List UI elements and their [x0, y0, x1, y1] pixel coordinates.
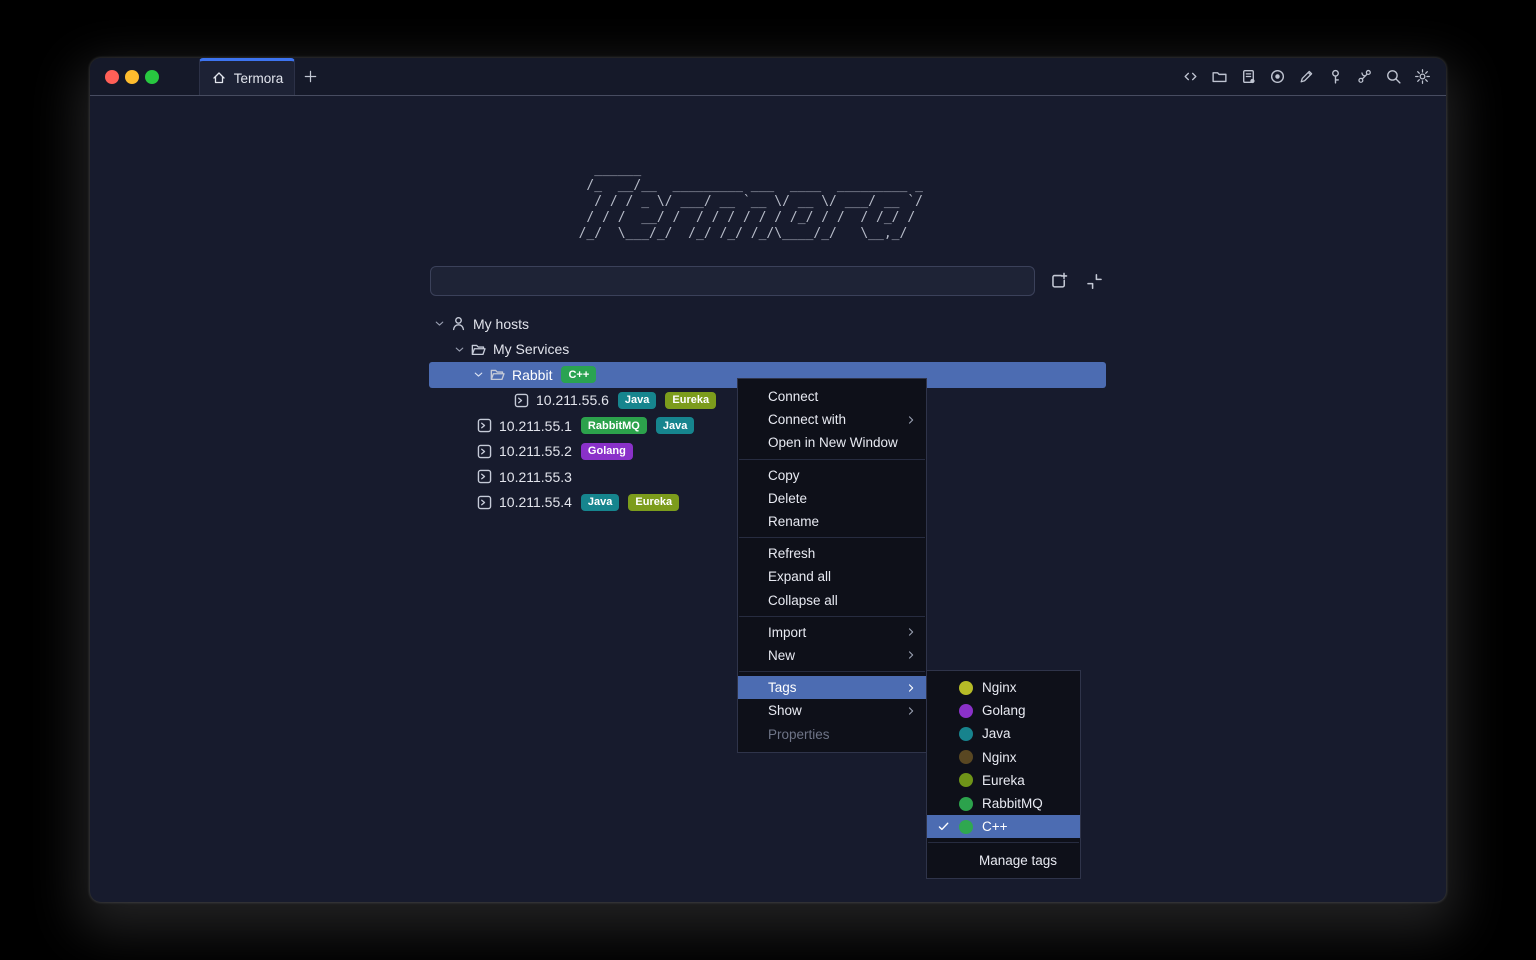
- tag-badge: Java: [656, 417, 694, 434]
- menu-item-refresh[interactable]: Refresh: [738, 542, 926, 565]
- app-window: Termora ______ /_ __/__ _________ ___ __…: [90, 58, 1446, 902]
- tag-item-java[interactable]: Java: [927, 722, 1080, 745]
- search-input[interactable]: [430, 266, 1035, 296]
- menu-item-collapse-all[interactable]: Collapse all: [738, 589, 926, 612]
- titlebar: Termora: [90, 58, 1446, 96]
- terminal-icon: [513, 392, 530, 409]
- tree-row-my-services[interactable]: My Services: [429, 337, 1106, 363]
- menu-item-expand-all[interactable]: Expand all: [738, 565, 926, 588]
- menu-item-rename[interactable]: Rename: [738, 510, 926, 533]
- tag-badge: RabbitMQ: [581, 417, 647, 434]
- search-icon[interactable]: [1384, 67, 1403, 86]
- tag-badge: Eureka: [628, 494, 679, 511]
- add-host-icon[interactable]: [1048, 270, 1070, 292]
- tag-badge: Java: [618, 392, 656, 409]
- tag-color-dot: [959, 797, 973, 811]
- folder-icon[interactable]: [1210, 67, 1229, 86]
- menu-item-open-in-new-window[interactable]: Open in New Window: [738, 431, 926, 454]
- key-icon[interactable]: [1326, 67, 1345, 86]
- tag-badge: Java: [581, 494, 619, 511]
- submenu-arrow-icon: [905, 682, 917, 694]
- menu-item-copy[interactable]: Copy: [738, 464, 926, 487]
- tag-item-rabbitmq[interactable]: RabbitMQ: [927, 792, 1080, 815]
- menu-item-new[interactable]: New: [738, 644, 926, 667]
- plus-icon: [303, 69, 318, 84]
- tag-item-cpp[interactable]: C++: [927, 815, 1080, 838]
- menu-separator: [739, 671, 925, 672]
- menu-item-connect[interactable]: Connect: [738, 385, 926, 408]
- context-menu: Connect Connect with Open in New Window …: [737, 378, 927, 753]
- check-icon: [937, 820, 959, 833]
- close-button[interactable]: [105, 70, 119, 84]
- menu-item-tags[interactable]: Tags: [738, 676, 926, 699]
- menu-separator: [928, 842, 1079, 843]
- tree-row-my-hosts[interactable]: My hosts: [429, 311, 1106, 337]
- terminal-icon: [476, 494, 493, 511]
- tree-label: 10.211.55.4: [499, 494, 572, 510]
- menu-separator: [739, 616, 925, 617]
- terminal-icon: [476, 468, 493, 485]
- home-icon: [211, 70, 227, 86]
- tag-item-golang[interactable]: Golang: [927, 699, 1080, 722]
- tag-color-dot: [959, 820, 973, 834]
- menu-item-show[interactable]: Show: [738, 699, 926, 722]
- record-icon[interactable]: [1268, 67, 1287, 86]
- tab-termora[interactable]: Termora: [199, 58, 295, 95]
- tag-item-nginx[interactable]: Nginx: [927, 676, 1080, 699]
- code-icon[interactable]: [1181, 67, 1200, 86]
- chevron-down-icon[interactable]: [470, 368, 486, 381]
- tag-color-dot: [959, 750, 973, 764]
- ascii-logo: ______ /_ __/__ _________ ___ ____ _____…: [579, 162, 923, 242]
- tag-badge: Eureka: [665, 392, 716, 409]
- tag-badge: C++: [561, 366, 596, 383]
- tree-label: 10.211.55.1: [499, 418, 572, 434]
- maximize-button[interactable]: [145, 70, 159, 84]
- menu-item-delete[interactable]: Delete: [738, 487, 926, 510]
- collapse-all-icon[interactable]: [1083, 270, 1105, 292]
- folder-open-icon: [489, 366, 506, 383]
- titlebar-actions: [1181, 58, 1446, 95]
- tag-item-nginx-2[interactable]: Nginx: [927, 746, 1080, 769]
- submenu-arrow-icon: [905, 705, 917, 717]
- menu-separator: [739, 459, 925, 460]
- terminal-icon: [476, 443, 493, 460]
- terminal-icon: [476, 417, 493, 434]
- tab-label: Termora: [234, 71, 284, 86]
- user-icon: [450, 315, 467, 332]
- submenu-arrow-icon: [905, 414, 917, 426]
- traffic-lights: [90, 58, 173, 95]
- keychain-icon[interactable]: [1355, 67, 1374, 86]
- menu-item-connect-with[interactable]: Connect with: [738, 408, 926, 431]
- tag-color-dot: [959, 704, 973, 718]
- menu-item-properties: Properties: [738, 722, 926, 745]
- chevron-down-icon[interactable]: [431, 317, 447, 330]
- folder-open-icon: [470, 341, 487, 358]
- tree-label: My hosts: [473, 316, 529, 332]
- tree-label: 10.211.55.6: [536, 392, 609, 408]
- tree-label: 10.211.55.2: [499, 443, 572, 459]
- tags-submenu: Nginx Golang Java Nginx Eureka RabbitMQ …: [926, 670, 1081, 879]
- tag-color-dot: [959, 681, 973, 695]
- tag-color-dot: [959, 773, 973, 787]
- search-row: [430, 266, 1108, 296]
- tag-color-dot: [959, 727, 973, 741]
- submenu-arrow-icon: [905, 649, 917, 661]
- settings-gear-icon[interactable]: [1413, 67, 1432, 86]
- manage-tags-button[interactable]: Manage tags: [927, 847, 1080, 873]
- log-icon[interactable]: [1239, 67, 1258, 86]
- tag-badge: Golang: [581, 443, 633, 460]
- tag-item-eureka[interactable]: Eureka: [927, 769, 1080, 792]
- tree-label: Rabbit: [512, 367, 552, 383]
- menu-item-import[interactable]: Import: [738, 621, 926, 644]
- minimize-button[interactable]: [125, 70, 139, 84]
- submenu-arrow-icon: [905, 626, 917, 638]
- tree-label: My Services: [493, 341, 569, 357]
- menu-separator: [739, 537, 925, 538]
- edit-icon[interactable]: [1297, 67, 1316, 86]
- main-content: ______ /_ __/__ _________ ___ ____ _____…: [90, 96, 1446, 901]
- tree-label: 10.211.55.3: [499, 469, 572, 485]
- chevron-down-icon[interactable]: [451, 343, 467, 356]
- new-tab-button[interactable]: [295, 58, 325, 95]
